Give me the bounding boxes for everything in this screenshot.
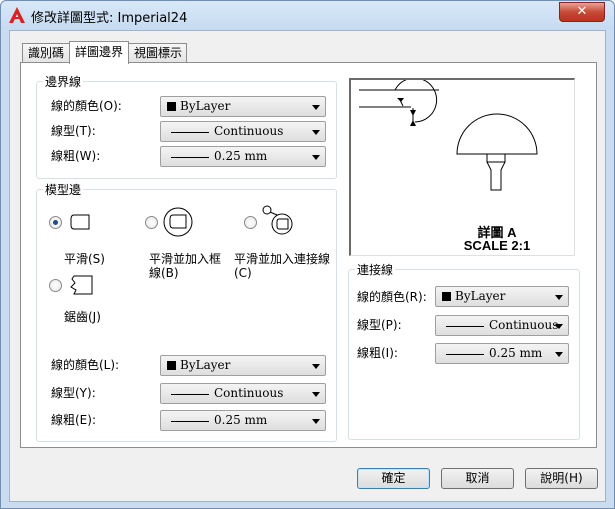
connection-linetype-value: Continuous [489, 318, 559, 332]
smooth-radio[interactable] [49, 216, 62, 229]
chevron-down-icon [312, 105, 320, 110]
chevron-down-icon [312, 392, 320, 397]
boundary-linetype-dropdown[interactable]: Continuous [160, 121, 326, 142]
dialog-window: 修改詳圖型式: Imperial24 ✕ 識別碼 詳圖邊界 視圖標示 邊界線 線… [0, 0, 615, 509]
line-sample [171, 421, 209, 422]
line-sample [171, 132, 209, 133]
smooth-connection-label: 平滑並加入連接線(C) [234, 252, 331, 280]
autocad-icon [9, 7, 25, 23]
boundary-color-label: 線的顏色(O): [51, 99, 122, 113]
jagged-edge-icon [70, 275, 93, 295]
jagged-radio[interactable] [49, 279, 62, 292]
smooth-border-icon [163, 207, 193, 237]
boundary-lineweight-dropdown[interactable]: 0.25 mm [160, 146, 326, 167]
smooth-border-radio[interactable] [145, 216, 158, 229]
connection-lineweight-dropdown[interactable]: 0.25 mm [435, 343, 569, 364]
edge-lineweight-label: 線粗(E): [51, 413, 96, 427]
boundary-lineweight-value: 0.25 mm [214, 149, 268, 163]
edge-color-dropdown[interactable]: ByLayer [160, 355, 326, 376]
chevron-down-icon [555, 324, 563, 329]
connection-group-title: 連接線 [355, 261, 396, 278]
line-sample [446, 354, 484, 355]
edge-color-label: 線的顏色(L): [51, 358, 120, 372]
smooth-label: 平滑(S) [64, 252, 105, 266]
edge-linetype-value: Continuous [214, 386, 284, 400]
close-button[interactable]: ✕ [559, 2, 605, 22]
connection-lineweight-label: 線粗(I): [357, 346, 398, 360]
connection-lineweight-value: 0.25 mm [489, 346, 543, 360]
tab-detail-boundary[interactable]: 詳圖邊界 [69, 41, 129, 64]
boundary-linetype-label: 線型(T): [51, 124, 96, 138]
model-edge-group: 模型邊 平滑(S) 平滑並加入框線(B) 平滑並加入連接線(C) 鋸齒(J) 線… [36, 181, 337, 442]
edge-color-value: ByLayer [180, 358, 231, 372]
connection-linetype-label: 線型(P): [357, 318, 402, 332]
close-icon: ✕ [576, 4, 588, 19]
boundary-linetype-value: Continuous [214, 124, 284, 138]
color-swatch [167, 102, 176, 111]
cancel-button[interactable]: 取消 [441, 468, 514, 489]
color-swatch [167, 361, 176, 370]
chevron-down-icon [555, 352, 563, 357]
title-bar: 修改詳圖型式: Imperial24 ✕ [1, 1, 614, 29]
smooth-connection-icon [262, 205, 293, 235]
color-swatch [442, 292, 451, 301]
tab-identifier[interactable]: 識別碼 [22, 43, 70, 63]
connection-color-dropdown[interactable]: ByLayer [435, 286, 569, 307]
preview-scale-label: SCALE 2:1 [463, 238, 531, 253]
boundary-group: 邊界線 線的顏色(O): ByLayer 線型(T): Continuous 線… [36, 73, 337, 179]
chevron-down-icon [312, 419, 320, 424]
connection-color-value: ByLayer [455, 289, 506, 303]
chevron-down-icon [312, 364, 320, 369]
edge-linetype-label: 線型(Y): [51, 386, 96, 400]
ok-button[interactable]: 確定 [357, 468, 430, 489]
boundary-color-dropdown[interactable]: ByLayer [160, 96, 326, 117]
edge-lineweight-dropdown[interactable]: 0.25 mm [160, 410, 326, 431]
chevron-down-icon [312, 155, 320, 160]
edge-linetype-dropdown[interactable]: Continuous [160, 383, 326, 404]
edge-lineweight-value: 0.25 mm [214, 413, 268, 427]
connection-color-label: 線的顏色(R): [357, 290, 427, 304]
dialog-client: 識別碼 詳圖邊界 視圖標示 邊界線 線的顏色(O): ByLayer 線型(T)… [9, 30, 606, 502]
chevron-down-icon [312, 130, 320, 135]
model-edge-group-title: 模型邊 [43, 181, 84, 198]
boundary-group-title: 邊界線 [43, 73, 84, 90]
boundary-lineweight-label: 線粗(W): [51, 149, 101, 163]
boundary-color-value: ByLayer [180, 99, 231, 113]
line-sample [446, 326, 484, 327]
connection-linetype-dropdown[interactable]: Continuous [435, 315, 569, 336]
chevron-down-icon [555, 295, 563, 300]
preview-image: 詳圖 A SCALE 2:1 [349, 78, 575, 256]
line-sample [171, 157, 209, 158]
help-button[interactable]: 說明(H) [525, 468, 598, 489]
jagged-label: 鋸齒(J) [64, 310, 101, 324]
smooth-edge-icon [70, 214, 90, 230]
smooth-connection-radio[interactable] [244, 216, 257, 229]
smooth-border-label: 平滑並加入框線(B) [149, 252, 222, 280]
connection-group: 連接線 線的顏色(R): ByLayer 線型(P): Continuous 線… [348, 261, 580, 440]
tab-panel: 邊界線 線的顏色(O): ByLayer 線型(T): Continuous 線… [20, 62, 597, 448]
line-sample [171, 394, 209, 395]
tab-view-label[interactable]: 視圖標示 [128, 43, 187, 63]
window-title: 修改詳圖型式: Imperial24 [31, 11, 188, 26]
detail-preview-drawing [359, 80, 538, 191]
